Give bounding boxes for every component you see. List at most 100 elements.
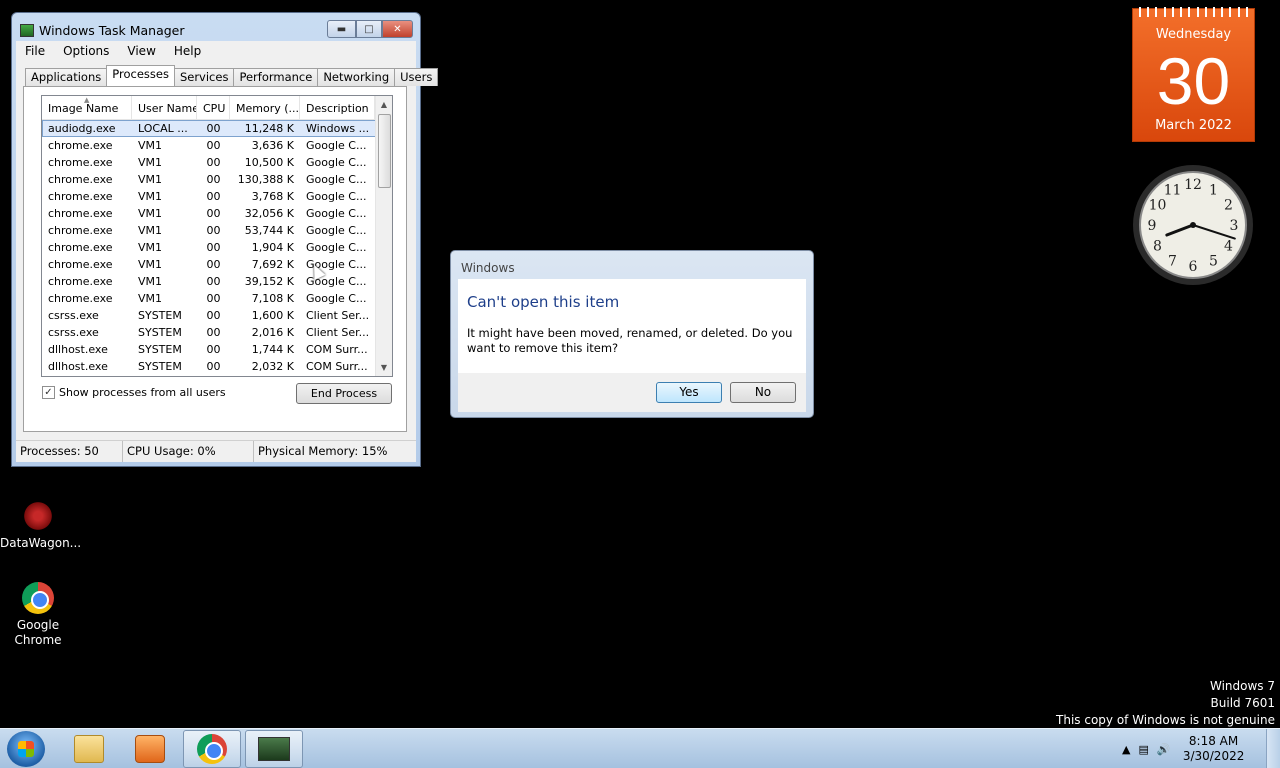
process-user-name: VM1 bbox=[138, 156, 163, 169]
table-row[interactable]: csrss.exe SYSTEM 00 2,016 K Client Ser... bbox=[42, 324, 392, 341]
task-manager-body: Applications Processes Services Performa… bbox=[16, 60, 439, 462]
process-cpu: 00 bbox=[206, 292, 221, 305]
tab-services[interactable]: Services bbox=[173, 68, 235, 86]
process-list: ▲ Image Name User Name CPU Memory (... De… bbox=[41, 95, 393, 377]
scroll-thumb[interactable] bbox=[378, 114, 391, 188]
menu-bar: File Options View Help bbox=[16, 41, 416, 60]
table-row[interactable]: dllhost.exe SYSTEM 00 1,744 K COM Surr... bbox=[42, 341, 392, 358]
process-memory: 2,016 K bbox=[251, 326, 294, 339]
end-process-button[interactable]: End Process bbox=[296, 383, 392, 404]
task-manager-window: Windows Task Manager ▬ □ ✕ File Options … bbox=[11, 12, 439, 467]
process-description: Google C... bbox=[306, 139, 367, 152]
clock-numeral: 4 bbox=[1224, 239, 1233, 255]
no-button[interactable]: No bbox=[730, 382, 796, 403]
column-image-name[interactable]: ▲ Image Name bbox=[42, 96, 132, 119]
process-memory: 11,248 K bbox=[244, 122, 294, 135]
show-hidden-icons-icon[interactable]: ▲ bbox=[1122, 743, 1130, 756]
process-memory: 7,108 K bbox=[251, 292, 294, 305]
menu-file[interactable]: File bbox=[16, 44, 54, 58]
table-row[interactable]: chrome.exe VM1 00 7,692 K Google C... bbox=[42, 256, 392, 273]
process-description: Client Ser... bbox=[306, 326, 370, 339]
table-row[interactable]: chrome.exe VM1 00 130,388 K Google C... bbox=[42, 171, 392, 188]
dialog-message: It might have been moved, renamed, or de… bbox=[467, 326, 793, 355]
table-row[interactable]: chrome.exe VM1 00 53,744 K Google C... bbox=[42, 222, 392, 239]
menu-options[interactable]: Options bbox=[54, 44, 118, 58]
desktop-icon-label: Google Chrome bbox=[0, 618, 76, 648]
table-row[interactable]: csrss.exe SYSTEM 00 1,600 K Client Ser... bbox=[42, 307, 392, 324]
table-row[interactable]: chrome.exe VM1 00 3,768 K Google C... bbox=[42, 188, 392, 205]
taskbar-media-player-button[interactable] bbox=[121, 730, 179, 768]
start-orb-icon[interactable] bbox=[7, 731, 45, 767]
process-image-name: chrome.exe bbox=[48, 292, 113, 305]
process-memory: 1,600 K bbox=[251, 309, 294, 322]
process-user-name: VM1 bbox=[138, 173, 163, 186]
minimize-button[interactable]: ▬ bbox=[327, 20, 356, 38]
scroll-up-icon[interactable]: ▲ bbox=[376, 96, 392, 113]
desktop-icon-datawagon[interactable]: DataWagon... bbox=[0, 500, 81, 550]
column-cpu[interactable]: CPU bbox=[197, 96, 230, 119]
table-row[interactable]: chrome.exe VM1 00 39,152 K Google C... bbox=[42, 273, 392, 290]
process-description: COM Surr... bbox=[306, 343, 368, 356]
maximize-button[interactable]: □ bbox=[356, 20, 382, 38]
desktop-icon-google-chrome[interactable]: Google Chrome bbox=[0, 582, 76, 648]
process-memory: 7,692 K bbox=[251, 258, 294, 271]
process-image-name: audiodg.exe bbox=[48, 122, 116, 135]
tab-networking[interactable]: Networking bbox=[317, 68, 396, 86]
process-description: Windows ... bbox=[306, 122, 370, 135]
taskbar-clock[interactable]: 8:18 AM 3/30/2022 bbox=[1179, 734, 1249, 764]
clock-gadget[interactable]: 12 12 3 45678 9 1011 bbox=[1131, 163, 1255, 287]
menu-help[interactable]: Help bbox=[165, 44, 210, 58]
taskbar-explorer-button[interactable] bbox=[60, 730, 118, 768]
process-memory: 32,056 K bbox=[244, 207, 294, 220]
tab-applications[interactable]: Applications bbox=[25, 68, 108, 86]
window-controls: ▬ □ ✕ bbox=[327, 20, 413, 38]
scroll-down-icon[interactable]: ▼ bbox=[376, 359, 392, 376]
chrome-icon bbox=[22, 582, 54, 614]
process-user-name: VM1 bbox=[138, 292, 163, 305]
clock-numeral: 12 bbox=[1184, 177, 1202, 193]
checkmark-icon[interactable]: ✓ bbox=[42, 386, 55, 399]
process-description: Google C... bbox=[306, 190, 367, 203]
process-image-name: chrome.exe bbox=[48, 258, 113, 271]
table-row[interactable]: chrome.exe VM1 00 7,108 K Google C... bbox=[42, 290, 392, 307]
process-image-name: chrome.exe bbox=[48, 190, 113, 203]
process-user-name: VM1 bbox=[138, 224, 163, 237]
table-row[interactable]: chrome.exe VM1 00 10,500 K Google C... bbox=[42, 154, 392, 171]
menu-view[interactable]: View bbox=[118, 44, 164, 58]
tab-users[interactable]: Users bbox=[394, 68, 439, 86]
taskbar-chrome-button[interactable] bbox=[183, 730, 241, 768]
show-all-users-label: Show processes from all users bbox=[59, 386, 226, 399]
taskbar-task-manager-button[interactable] bbox=[245, 730, 303, 768]
calendar-rings bbox=[1139, 7, 1248, 17]
calendar-gadget[interactable]: Wednesday 30 March 2022 bbox=[1132, 7, 1255, 142]
show-all-users-checkbox[interactable]: ✓ Show processes from all users bbox=[42, 386, 226, 399]
process-memory: 1,904 K bbox=[251, 241, 294, 254]
column-user-name[interactable]: User Name bbox=[132, 96, 197, 119]
dialog-footer: Yes No bbox=[458, 373, 806, 412]
network-icon[interactable]: ▤ bbox=[1138, 743, 1148, 756]
sort-up-icon: ▲ bbox=[84, 96, 90, 104]
column-memory[interactable]: Memory (... bbox=[230, 96, 300, 119]
process-memory: 2,032 K bbox=[251, 360, 294, 373]
table-row[interactable]: chrome.exe VM1 00 1,904 K Google C... bbox=[42, 239, 392, 256]
process-user-name: VM1 bbox=[138, 258, 163, 271]
yes-button[interactable]: Yes bbox=[656, 382, 722, 403]
table-row[interactable]: chrome.exe VM1 00 32,056 K Google C... bbox=[42, 205, 392, 222]
column-description[interactable]: Description bbox=[300, 96, 375, 119]
tab-processes[interactable]: Processes bbox=[106, 65, 175, 86]
watermark-line: This copy of Windows is not genuine bbox=[1056, 713, 1275, 727]
desktop-icon-label-line: Chrome bbox=[14, 633, 62, 647]
table-row[interactable]: chrome.exe VM1 00 3,636 K Google C... bbox=[42, 137, 392, 154]
tab-strip: Applications Processes Services Performa… bbox=[25, 65, 439, 86]
process-image-name: csrss.exe bbox=[48, 326, 99, 339]
cant-open-dialog: Windows Can't open this item It might ha… bbox=[450, 250, 814, 418]
table-row[interactable]: dllhost.exe SYSTEM 00 2,032 K COM Surr... bbox=[42, 358, 392, 375]
table-row[interactable]: audiodg.exe LOCAL ... 00 11,248 K Windows ..… bbox=[42, 120, 392, 137]
show-desktop-button[interactable] bbox=[1266, 729, 1280, 768]
close-button[interactable]: ✕ bbox=[382, 20, 413, 38]
volume-icon[interactable]: 🔊 bbox=[1157, 743, 1171, 756]
vertical-scrollbar[interactable]: ▲ ▼ bbox=[375, 96, 392, 376]
status-cpu-usage: CPU Usage: 0% bbox=[123, 441, 254, 462]
calendar-day: Wednesday bbox=[1155, 27, 1232, 42]
tab-performance[interactable]: Performance bbox=[233, 68, 319, 86]
